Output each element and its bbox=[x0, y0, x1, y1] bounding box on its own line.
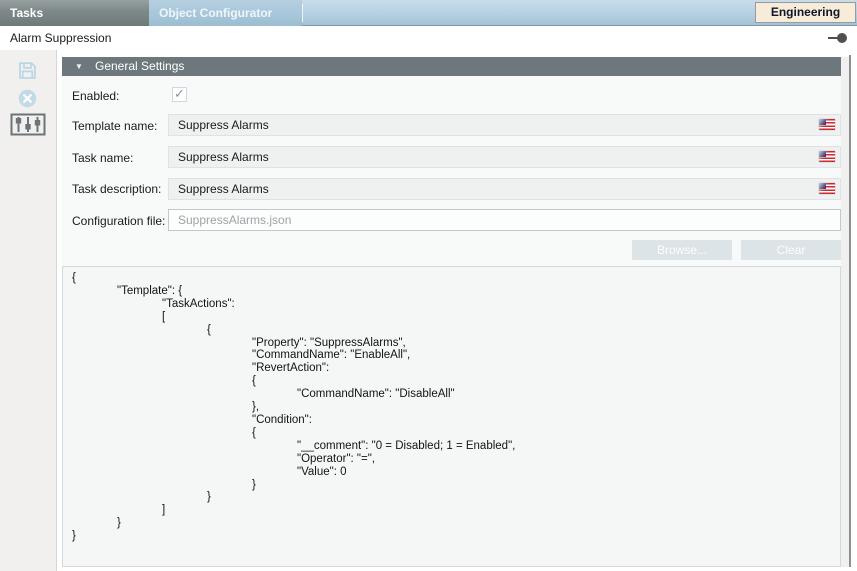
pin-icon[interactable] bbox=[828, 33, 847, 43]
tab-tasks-label: Tasks bbox=[10, 6, 43, 20]
template-name-input[interactable]: Suppress Alarms bbox=[168, 114, 841, 136]
task-description-input[interactable]: Suppress Alarms bbox=[168, 178, 841, 200]
configuration-file-label: Configuration file: bbox=[72, 214, 165, 228]
enabled-checkbox[interactable]: ✓ bbox=[172, 87, 187, 102]
general-settings-form: Enabled: ✓ Template name: Suppress Alarm… bbox=[62, 76, 841, 266]
configuration-file-input[interactable]: SuppressAlarms.json bbox=[168, 209, 841, 231]
tab-object-configurator[interactable]: Object Configurator bbox=[149, 0, 302, 26]
pin-head bbox=[837, 33, 847, 43]
task-description-value: Suppress Alarms bbox=[178, 182, 269, 196]
sidebar-toolbar bbox=[0, 50, 57, 571]
template-name-label: Template name: bbox=[72, 119, 157, 133]
us-flag-icon[interactable] bbox=[819, 183, 835, 194]
sliders-icon bbox=[10, 123, 46, 140]
tab-separator bbox=[302, 4, 303, 22]
configuration-file-value: SuppressAlarms.json bbox=[178, 213, 291, 227]
window-edge-divider[interactable] bbox=[849, 55, 851, 567]
enabled-label: Enabled: bbox=[72, 89, 119, 103]
tab-tasks[interactable]: Tasks bbox=[0, 0, 149, 26]
us-flag-icon[interactable] bbox=[819, 119, 835, 130]
general-settings-header[interactable]: ▼ General Settings bbox=[62, 57, 841, 76]
clear-button[interactable]: Clear bbox=[741, 240, 841, 260]
tab-object-configurator-label: Object Configurator bbox=[159, 6, 272, 20]
right-gutter bbox=[841, 57, 849, 567]
chevron-down-icon: ▼ bbox=[75, 57, 83, 76]
task-name-input[interactable]: Suppress Alarms bbox=[168, 146, 841, 168]
configuration-json-code: { "Template": { "TaskActions": [ { "Prop… bbox=[63, 267, 840, 543]
checkmark-icon: ✓ bbox=[174, 86, 185, 102]
general-settings-title: General Settings bbox=[95, 57, 184, 76]
template-name-value: Suppress Alarms bbox=[178, 118, 269, 132]
us-flag-icon[interactable] bbox=[819, 151, 835, 162]
task-name-label: Task name: bbox=[72, 151, 133, 165]
browse-button[interactable]: Browse... bbox=[632, 240, 732, 260]
top-tab-bar: Tasks Object Configurator Engineering bbox=[0, 0, 857, 26]
task-description-label: Task description: bbox=[72, 182, 161, 196]
save-icon bbox=[17, 68, 38, 85]
engineering-button[interactable]: Engineering bbox=[755, 2, 856, 23]
cancel-circle-x-icon bbox=[17, 96, 38, 113]
page-title: Alarm Suppression bbox=[10, 31, 111, 45]
task-name-value: Suppress Alarms bbox=[178, 150, 269, 164]
configuration-json-editor[interactable]: { "Template": { "TaskActions": [ { "Prop… bbox=[62, 266, 841, 567]
settings-sliders-button[interactable] bbox=[10, 113, 46, 141]
save-button[interactable] bbox=[17, 60, 38, 86]
cancel-button[interactable] bbox=[17, 88, 38, 114]
